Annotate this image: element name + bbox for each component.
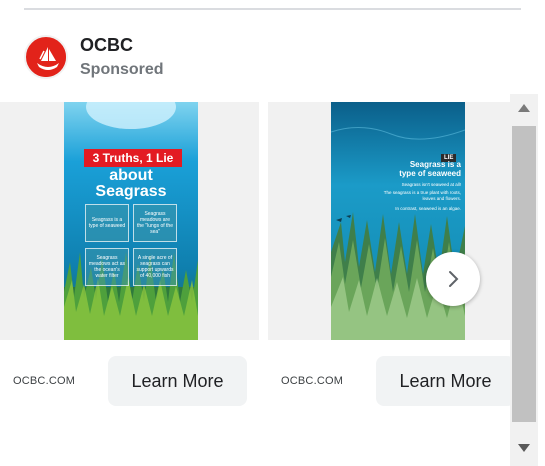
creative-title: about Seagrass [64,168,198,200]
chevron-right-icon [449,271,459,287]
creative-subtext: Seagrass isn't seaweed at all! [401,182,461,187]
vertical-scrollbar[interactable] [510,94,538,466]
creative-subtext: In contrast, seaweed is an algae. [395,206,461,211]
advertiser-name[interactable]: OCBC [80,34,164,56]
ad-panel: OCBC Sponsored 3 Truths, 1 Lie about Sea… [0,0,545,466]
triangle-down-icon [518,444,530,452]
creative-title-about: about [109,167,153,184]
ad-card[interactable]: 3 Truths, 1 Lie about Seagrass Seagrass … [0,102,259,422]
card-domain[interactable]: OCBC.COM [13,375,75,387]
creative-subtext: The seagrass is a true plant with roots,… [383,190,461,201]
sponsored-label: Sponsored [80,60,164,78]
learn-more-button[interactable]: Learn More [376,356,510,406]
triangle-up-icon [518,104,530,112]
truth-box: Seagrass meadows act as the ocean's wate… [85,248,129,286]
card-media[interactable]: LIE Seagrass is a type of seaweed Seagra… [268,102,510,340]
scrollbar-thumb[interactable] [512,126,536,422]
card-media[interactable]: 3 Truths, 1 Lie about Seagrass Seagrass … [0,102,259,340]
learn-more-button[interactable]: Learn More [108,356,247,406]
carousel-next-button[interactable] [426,252,480,306]
truth-box: Seagrass meadows are the "lungs of the s… [133,204,177,242]
headline-line-1: Seagrass is a [409,160,461,169]
ocbc-logo-icon[interactable] [24,35,68,79]
card-domain[interactable]: OCBC.COM [281,375,343,387]
card-footer: OCBC.COM Learn More [0,340,259,422]
truth-box: A single acre of seagrass can support up… [133,248,177,286]
seagrass-creative-1[interactable]: 3 Truths, 1 Lie about Seagrass Seagrass … [64,102,198,340]
creative-title-seagrass: Seagrass [95,183,167,200]
card-footer: OCBC.COM Learn More [268,340,510,422]
headline-line-2: type of seaweed [399,169,461,178]
advertiser-header[interactable]: OCBC Sponsored [24,32,164,82]
truth-box: Seagrass is a type of seaweed [85,204,129,242]
scroll-up-button[interactable] [510,94,538,122]
top-divider [24,8,521,10]
scroll-down-button[interactable] [510,434,538,462]
creative-headline: Seagrass is a type of seaweed [391,160,461,178]
creative-title-banner: 3 Truths, 1 Lie [84,149,182,167]
